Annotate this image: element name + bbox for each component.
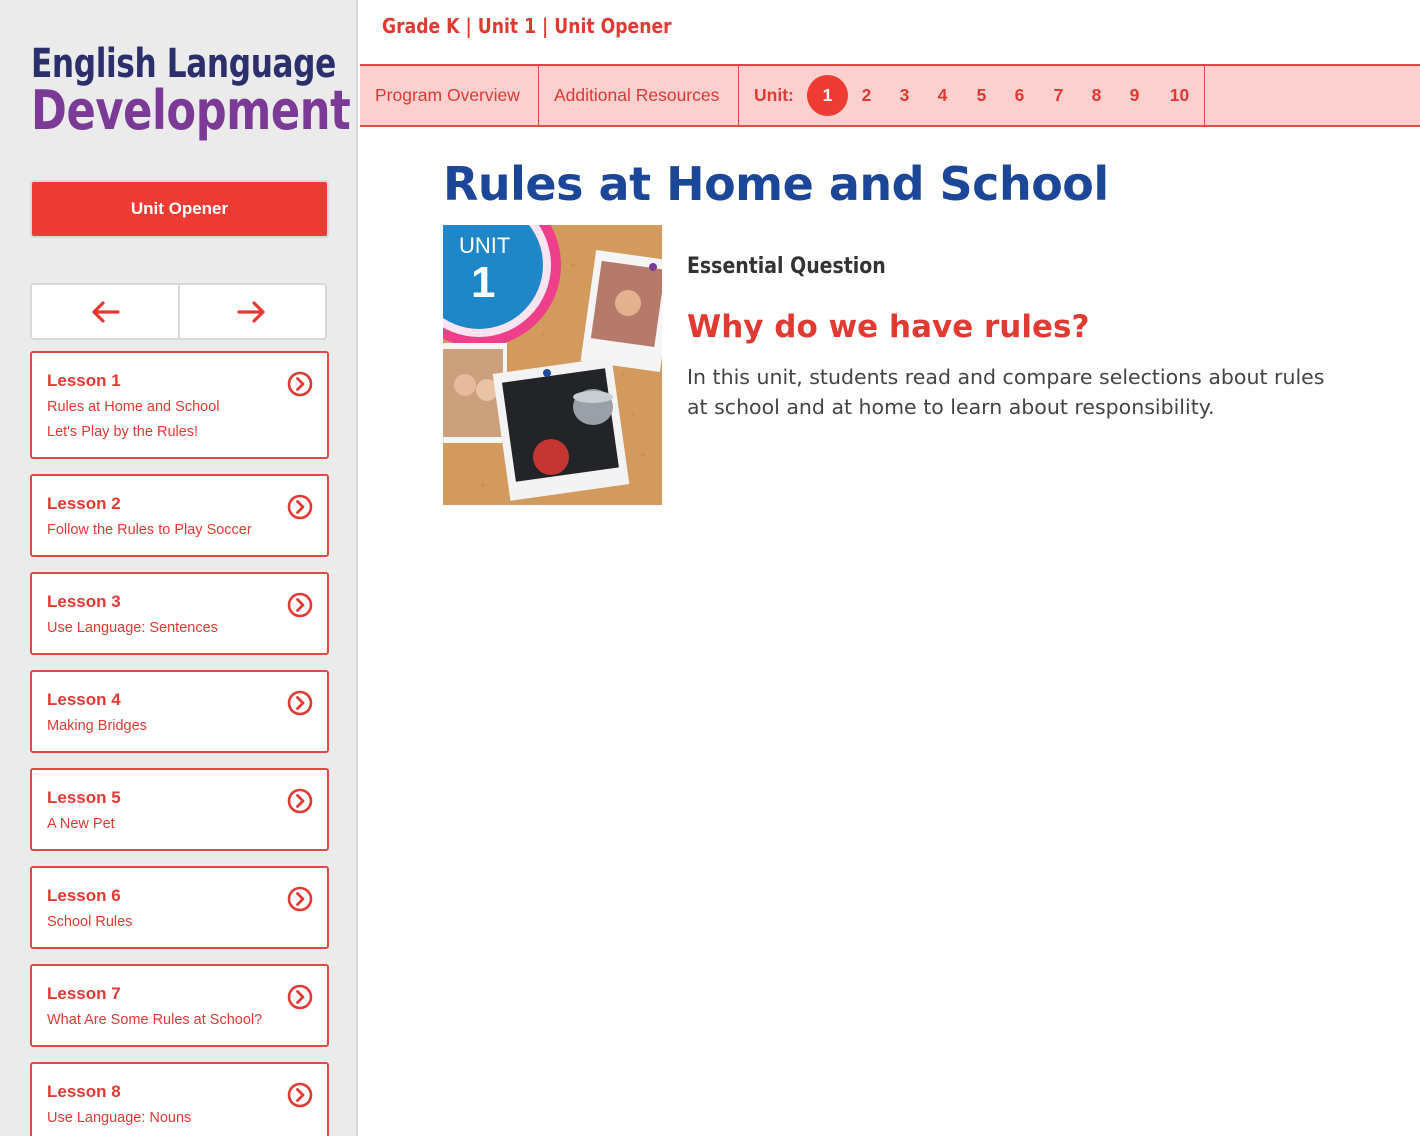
unit-cover-image: UNIT 1 — [443, 225, 662, 505]
unit-button-9[interactable]: 9 — [1114, 75, 1155, 116]
lesson-card-3[interactable]: Lesson 3 Use Language: Sentences — [30, 572, 329, 655]
unit-button-10[interactable]: 10 — [1159, 75, 1200, 116]
nav-divider — [1204, 66, 1205, 125]
chevron-right-circle-icon — [287, 1082, 313, 1108]
essential-question-label: Essential Question — [687, 254, 886, 279]
logo-line-2: Development — [31, 79, 351, 142]
lesson-subtitle: A New Pet — [47, 816, 115, 832]
chevron-right-circle-icon — [287, 592, 313, 618]
lesson-title: Lesson 4 — [47, 690, 121, 709]
top-navigation-bar: Program Overview Additional Resources Un… — [360, 64, 1420, 127]
lesson-title: Lesson 7 — [47, 984, 121, 1003]
lesson-title: Lesson 1 — [47, 371, 121, 390]
unit-label: Unit: — [754, 85, 794, 105]
lesson-subtitle: School Rules — [47, 914, 133, 930]
essential-question: Why do we have rules? — [687, 309, 1090, 345]
unit-button-2[interactable]: 2 — [846, 75, 887, 116]
lesson-subtitle: Follow the Rules to Play Soccer — [47, 522, 252, 538]
breadcrumb: Grade K | Unit 1 | Unit Opener — [382, 14, 672, 38]
chevron-right-circle-icon — [287, 788, 313, 814]
unit-button-4[interactable]: 4 — [922, 75, 963, 116]
lesson-card-4[interactable]: Lesson 4 Making Bridges — [30, 670, 329, 753]
unit-button-3[interactable]: 3 — [884, 75, 925, 116]
nav-divider — [538, 66, 539, 125]
program-overview-link[interactable]: Program Overview — [375, 66, 520, 125]
lesson-card-1[interactable]: Lesson 1 Rules at Home and School Let's … — [30, 351, 329, 459]
additional-resources-link[interactable]: Additional Resources — [554, 66, 719, 125]
unit-button-1[interactable]: 1 — [807, 75, 848, 116]
program-logo: English Language Development — [31, 40, 351, 142]
lesson-card-8[interactable]: Lesson 8 Use Language: Nouns — [30, 1062, 329, 1136]
lesson-title: Lesson 8 — [47, 1082, 121, 1101]
unit-button-6[interactable]: 6 — [999, 75, 1040, 116]
lesson-title: Lesson 2 — [47, 494, 121, 513]
lesson-subtitle: Making Bridges — [47, 718, 147, 734]
lesson-card-2[interactable]: Lesson 2 Follow the Rules to Play Soccer — [30, 474, 329, 557]
unit-description: In this unit, students read and compare … — [687, 365, 1325, 419]
sidebar: English Language Development Unit Opener… — [0, 0, 358, 1136]
unit-button-7[interactable]: 7 — [1038, 75, 1079, 116]
chevron-right-circle-icon — [287, 494, 313, 520]
nav-divider — [738, 66, 739, 125]
unit-opener-button[interactable]: Unit Opener — [30, 180, 329, 238]
lesson-title: Lesson 5 — [47, 788, 121, 807]
arrow-left-icon — [92, 300, 120, 323]
previous-button[interactable] — [32, 285, 178, 338]
lesson-subtitle: Rules at Home and School — [47, 399, 220, 415]
chevron-right-circle-icon — [287, 984, 313, 1010]
page-title: Rules at Home and School — [443, 157, 1109, 211]
lesson-subtitle: What Are Some Rules at School? — [47, 1012, 263, 1028]
lesson-title: Lesson 3 — [47, 592, 121, 611]
lesson-card-7[interactable]: Lesson 7 What Are Some Rules at School? — [30, 964, 329, 1047]
chevron-right-circle-icon — [287, 371, 313, 397]
next-button[interactable] — [177, 285, 326, 338]
lesson-pager — [30, 283, 327, 340]
unit-button-5[interactable]: 5 — [961, 75, 1002, 116]
cover-illustration: UNIT 1 — [443, 225, 662, 505]
lesson-subtitle: Use Language: Nouns — [47, 1110, 192, 1126]
chevron-right-circle-icon — [287, 886, 313, 912]
arrow-right-icon — [237, 300, 265, 323]
chevron-right-circle-icon — [287, 690, 313, 716]
lesson-card-5[interactable]: Lesson 5 A New Pet — [30, 768, 329, 851]
lesson-subtitle-2: Let's Play by the Rules! — [47, 424, 199, 440]
lesson-title: Lesson 6 — [47, 886, 121, 905]
cover-unit-label: UNIT — [459, 233, 510, 258]
unit-button-8[interactable]: 8 — [1076, 75, 1117, 116]
cover-unit-number: 1 — [471, 258, 495, 307]
lesson-card-6[interactable]: Lesson 6 School Rules — [30, 866, 329, 949]
lesson-subtitle: Use Language: Sentences — [47, 620, 218, 636]
